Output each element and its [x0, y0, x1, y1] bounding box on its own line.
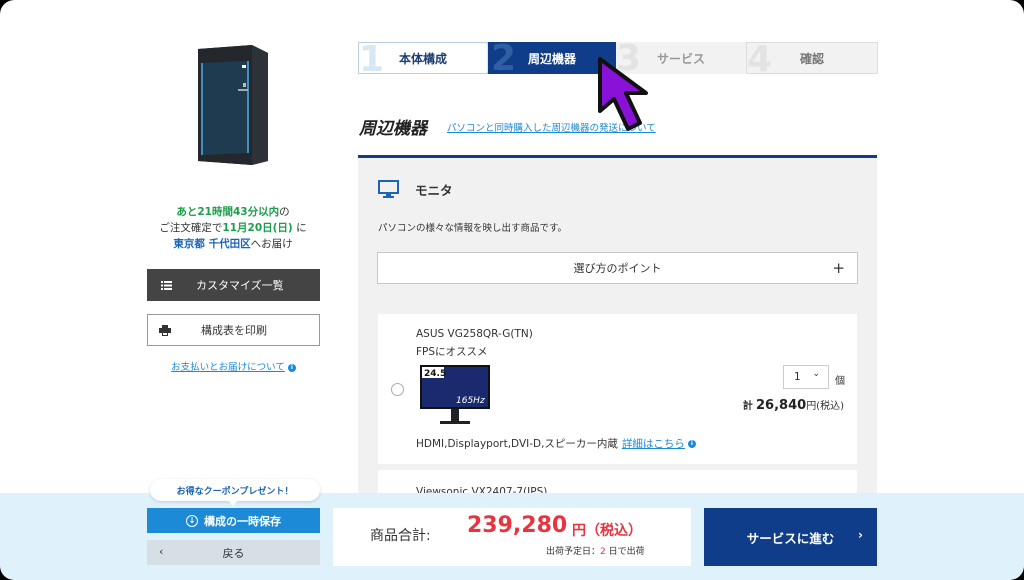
price-prefix: 計: [742, 401, 753, 412]
quantity-select[interactable]: 1 ⌄: [783, 365, 829, 389]
product-radio[interactable]: [391, 383, 404, 396]
quantity-unit: 個: [835, 376, 845, 387]
coupon-bubble[interactable]: お得なクーポンプレゼント！: [150, 479, 320, 501]
product-features: HDMI,Displayport,DVI-D,スピーカー内蔵 詳細はこちら i: [416, 436, 696, 451]
step-label: 確認: [799, 51, 824, 66]
step-label: 周辺機器: [527, 51, 576, 66]
total-label: 商品合計:: [370, 528, 431, 544]
delivery-text: へお届け: [250, 238, 293, 250]
payment-link-text: お支払いとお届けについて: [171, 362, 285, 373]
total-amount: 239,280: [467, 513, 568, 538]
step-number: 4: [747, 39, 773, 80]
pc-case-image: [198, 45, 268, 165]
delivery-text: に: [292, 222, 307, 234]
price-value: 26,840: [756, 398, 807, 413]
total-unit: 円（税込）: [572, 523, 642, 539]
detail-link[interactable]: 詳細はこちら: [622, 438, 685, 450]
size-badge: 24.5: [424, 369, 446, 379]
hz-badge: 165Hz: [456, 396, 485, 406]
step-body-config[interactable]: 1 本体構成: [358, 40, 488, 80]
customize-list-label: カスタマイズ一覧: [196, 279, 284, 292]
save-config-button[interactable]: ↓ 構成の一時保存: [147, 508, 320, 533]
price-suffix: 円(税込): [806, 401, 844, 412]
page: あと21時間43分以内の ご注文確定で11月20日(日) に 東京都 千代田区へ…: [0, 0, 1024, 580]
category-title: モニタ: [415, 183, 453, 198]
delivery-text: の: [279, 206, 290, 218]
delivery-estimate: あと21時間43分以内の ご注文確定で11月20日(日) に 東京都 千代田区へ…: [140, 204, 326, 252]
step-number: 2: [491, 38, 517, 79]
next-service-button[interactable]: サービスに進む ›: [704, 508, 877, 566]
step-confirm[interactable]: 4 確認: [746, 40, 878, 80]
delivery-place[interactable]: 東京都 千代田区: [173, 238, 250, 250]
quantity-value: 1: [794, 371, 801, 383]
delivery-deadline: あと21時間43分以内: [176, 206, 280, 218]
chevron-left-icon: ‹: [159, 545, 164, 558]
step-label: サービス: [656, 51, 705, 66]
download-icon: ↓: [186, 514, 198, 527]
printer-icon: [159, 324, 171, 336]
monitor-product-image: 24.5 165Hz: [420, 365, 490, 424]
chevron-right-icon: ›: [858, 528, 863, 542]
product-name: ASUS VG258QR-G(TN): [416, 328, 533, 340]
plus-icon: +: [832, 259, 845, 277]
customize-list-button[interactable]: カスタマイズ一覧: [147, 269, 320, 301]
category-description: パソコンの様々な情報を映し出す商品です。: [378, 223, 568, 234]
info-icon: i: [687, 440, 696, 448]
chevron-down-icon: ⌄: [812, 369, 820, 379]
ship-text: 出荷予定日：: [546, 547, 601, 557]
window-frame: あと21時間43分以内の ご注文確定で11月20日(日) に 東京都 千代田区へ…: [0, 0, 1024, 580]
next-label: サービスに進む: [746, 530, 835, 546]
save-label: 構成の一時保存: [204, 514, 281, 528]
coupon-bubble-tail: [228, 500, 238, 506]
print-config-button[interactable]: 構成表を印刷: [147, 314, 320, 346]
product-subtitle: FPSにオススメ: [416, 346, 488, 358]
selection-points-accordion[interactable]: 選び方のポイント +: [377, 252, 858, 284]
features-text: HDMI,Displayport,DVI-D,スピーカー内蔵: [416, 438, 618, 450]
info-icon: i: [287, 363, 296, 372]
list-icon: [161, 280, 172, 290]
selection-points-label: 選び方のポイント: [573, 262, 662, 275]
step-label: 本体構成: [398, 51, 447, 66]
product-price: 計 26,840円(税込): [743, 397, 844, 413]
payment-delivery-link[interactable]: お支払いとお届けについて i: [147, 359, 320, 373]
ship-text: 日で出荷: [605, 547, 645, 557]
delivery-text: ご注文確定で: [159, 222, 223, 234]
back-label: 戻る: [222, 546, 245, 560]
monitor-icon: [378, 180, 399, 198]
step-number: 1: [359, 39, 385, 80]
section-title: 周辺機器: [359, 119, 427, 139]
pointer-cursor-icon: [598, 57, 648, 131]
print-label: 構成表を印刷: [201, 324, 267, 337]
delivery-date: 11月20日(日): [222, 222, 293, 234]
back-button[interactable]: ‹ 戻る: [147, 540, 320, 565]
ship-estimate: 出荷予定日：2 日で出荷: [546, 544, 645, 557]
